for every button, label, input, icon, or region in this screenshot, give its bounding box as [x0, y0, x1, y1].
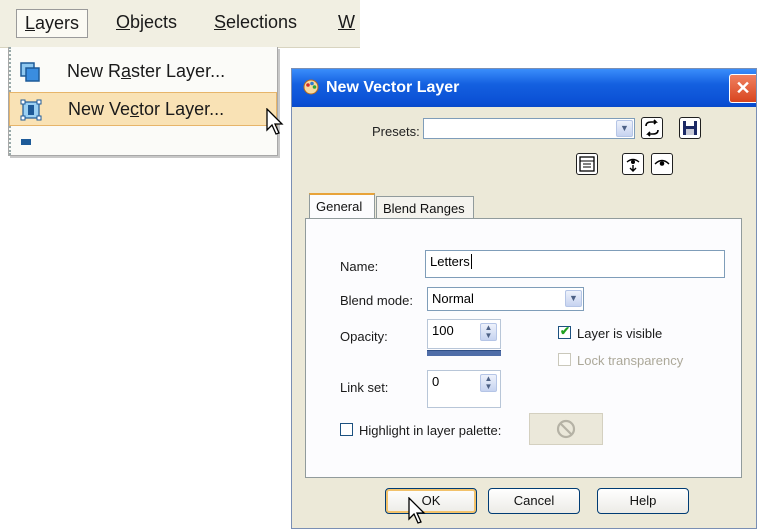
- no-color-icon: [556, 419, 576, 439]
- menu-item-new-raster-layer[interactable]: New Raster Layer...: [9, 55, 277, 89]
- reset-icon: [645, 119, 659, 137]
- proof-button[interactable]: [622, 153, 644, 175]
- dialog-titlebar[interactable]: New Vector Layer ✕: [292, 69, 756, 107]
- name-value: Letters: [430, 254, 470, 269]
- window-icon: [579, 156, 595, 172]
- tab-blend-ranges[interactable]: Blend Ranges: [376, 196, 474, 219]
- save-preset-button[interactable]: [679, 117, 701, 139]
- randomize-button[interactable]: [576, 153, 598, 175]
- new-vector-layer-dialog: New Vector Layer ✕ Presets: ▼ General Bl…: [291, 68, 757, 529]
- menu-item-new-vector-layer[interactable]: New Vector Layer...: [9, 92, 277, 126]
- layers-dropdown: New Raster Layer... New Vector Layer...: [8, 47, 278, 156]
- blend-mode-value: Normal: [432, 291, 474, 306]
- link-set-label: Link set:: [340, 380, 389, 395]
- text-caret: [470, 254, 472, 269]
- menu-selections[interactable]: Selections: [214, 12, 297, 33]
- link-set-stepper[interactable]: 0 ▲ ▼: [427, 370, 501, 408]
- tab-label: General: [316, 199, 363, 214]
- layer-icon: [21, 139, 31, 145]
- menu-layers[interactable]: Layers: [16, 9, 89, 38]
- menu-objects[interactable]: Objects: [116, 12, 177, 33]
- menu-window[interactable]: W: [338, 12, 355, 33]
- presets-dropdown[interactable]: ▼: [423, 118, 635, 139]
- menu-bar: Layers Objects Selections W: [0, 0, 360, 48]
- menu-item-label: New Vector Layer...: [68, 99, 225, 119]
- menu-item-partial[interactable]: [9, 131, 277, 165]
- tab-general[interactable]: General: [309, 193, 375, 219]
- name-label: Name:: [340, 259, 379, 274]
- cancel-label: Cancel: [513, 493, 555, 508]
- ok-button[interactable]: OK: [385, 488, 477, 514]
- raster-layer-icon: [20, 62, 40, 82]
- spin-arrows-icon[interactable]: ▲ ▼: [480, 323, 497, 341]
- close-button[interactable]: ✕: [729, 74, 756, 103]
- save-icon: [683, 121, 697, 135]
- dialog-title: New Vector Layer: [326, 79, 460, 96]
- mouse-pointer-icon: [266, 108, 284, 135]
- spin-arrows-icon[interactable]: ▲ ▼: [480, 374, 497, 392]
- tab-label: Blend Ranges: [383, 201, 465, 216]
- opacity-stepper[interactable]: 100 ▲ ▼: [427, 319, 501, 349]
- close-icon: ✕: [735, 78, 751, 98]
- vector-layer-icon: [20, 99, 42, 121]
- help-button[interactable]: Help: [597, 488, 689, 514]
- link-set-value: 0: [432, 374, 440, 389]
- opacity-value: 100: [432, 323, 454, 338]
- eye-arrow-icon: [626, 158, 640, 172]
- lock-transparency-checkbox: [558, 353, 571, 366]
- blend-mode-label: Blend mode:: [340, 293, 413, 308]
- opacity-slider[interactable]: [427, 350, 501, 356]
- chevron-down-icon[interactable]: ▼: [616, 120, 633, 137]
- highlight-checkbox[interactable]: [340, 423, 353, 436]
- presets-label: Presets:: [372, 124, 420, 139]
- opacity-label: Opacity:: [340, 329, 388, 344]
- layer-visible-label: Layer is visible: [577, 326, 663, 341]
- paint-shop-icon: [303, 79, 319, 95]
- name-input[interactable]: Letters: [425, 250, 725, 278]
- layer-visible-checkbox[interactable]: ✔: [558, 324, 571, 339]
- auto-proof-button[interactable]: [651, 153, 673, 175]
- menu-item-label: New Raster Layer...: [67, 61, 226, 81]
- mouse-pointer-icon: [408, 497, 426, 524]
- lock-transparency-label: Lock transparency: [577, 353, 684, 368]
- eye-icon: [654, 159, 670, 166]
- highlight-label: Highlight in layer palette:: [359, 423, 502, 438]
- help-label: Help: [629, 493, 657, 508]
- checkmark-icon: ✔: [560, 324, 571, 338]
- chevron-down-icon[interactable]: ▼: [565, 290, 582, 307]
- highlight-color-swatch[interactable]: [529, 413, 603, 445]
- reset-preset-button[interactable]: [641, 117, 663, 139]
- blend-mode-dropdown[interactable]: Normal ▼: [427, 287, 584, 311]
- cancel-button[interactable]: Cancel: [488, 488, 580, 514]
